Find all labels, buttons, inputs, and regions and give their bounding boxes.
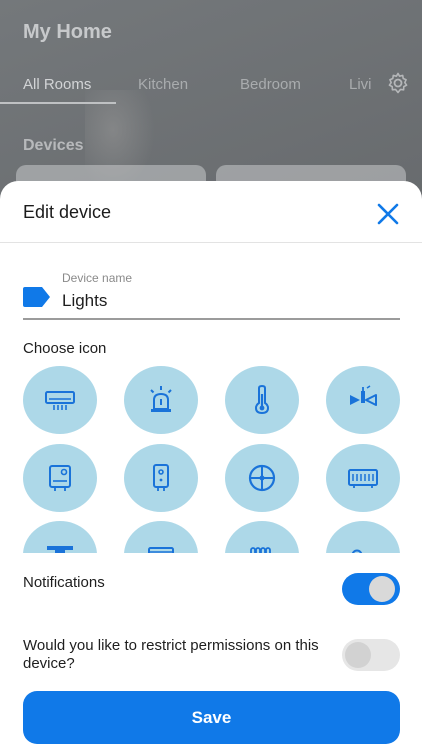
icon-option-valve[interactable] <box>326 366 400 434</box>
fan-icon <box>248 464 276 492</box>
close-icon[interactable] <box>372 198 404 230</box>
choose-icon-label: Choose icon <box>23 340 107 357</box>
icon-option-water-heater[interactable] <box>23 444 97 512</box>
tab-kitchen[interactable]: Kitchen <box>138 76 188 93</box>
icon-option-air-conditioner[interactable] <box>23 366 97 434</box>
icon-option-key[interactable] <box>326 521 400 553</box>
icon-option-ceiling-unit[interactable] <box>23 521 97 553</box>
icon-grid <box>0 366 422 553</box>
thermometer-icon <box>254 384 270 415</box>
notifications-toggle[interactable] <box>342 573 400 605</box>
room-tabs: All Rooms Kitchen Bedroom Livi <box>0 72 422 106</box>
save-button[interactable]: Save <box>23 691 400 744</box>
devices-heading: Devices <box>23 137 84 154</box>
home-title: My Home <box>23 21 112 43</box>
settings-gear-icon[interactable] <box>386 71 410 95</box>
air-conditioner-icon <box>45 391 75 410</box>
device-name-label: Device name <box>62 271 133 285</box>
icon-option-radiator[interactable] <box>225 521 299 553</box>
water-heater-icon <box>49 465 71 491</box>
toggle-knob <box>345 642 371 668</box>
toggle-knob <box>369 576 395 602</box>
device-name-input[interactable] <box>62 291 398 311</box>
tab-bedroom[interactable]: Bedroom <box>240 76 301 93</box>
radiator-icon <box>250 547 271 553</box>
key-icon <box>351 549 363 553</box>
icon-option-siren[interactable] <box>124 366 198 434</box>
tag-icon <box>23 287 50 307</box>
valve-icon <box>350 385 377 406</box>
restrict-permissions-label: Would you like to restrict permissions o… <box>23 637 319 672</box>
tab-all-rooms[interactable]: All Rooms <box>23 76 91 93</box>
boiler-icon <box>153 464 169 491</box>
icon-option-thermometer[interactable] <box>225 366 299 434</box>
siren-icon <box>150 386 172 412</box>
icon-option-panel[interactable] <box>124 521 198 553</box>
sheet-title: Edit device <box>23 202 112 222</box>
device-name-underline <box>23 318 400 320</box>
tab-living[interactable]: Livi <box>349 76 372 93</box>
notifications-label: Notifications <box>23 574 105 591</box>
edit-device-sheet: Edit device Device name Choose icon <box>0 181 422 750</box>
ceiling-unit-icon <box>47 546 73 553</box>
active-tab-indicator <box>0 102 116 104</box>
restrict-permissions-toggle[interactable] <box>342 639 400 671</box>
radiator-display-icon <box>348 469 378 488</box>
icon-option-radiator-display[interactable] <box>326 444 400 512</box>
icon-option-fan[interactable] <box>225 444 299 512</box>
sheet-header: Edit device <box>0 181 422 243</box>
panel-icon <box>148 547 174 553</box>
icon-option-boiler[interactable] <box>124 444 198 512</box>
